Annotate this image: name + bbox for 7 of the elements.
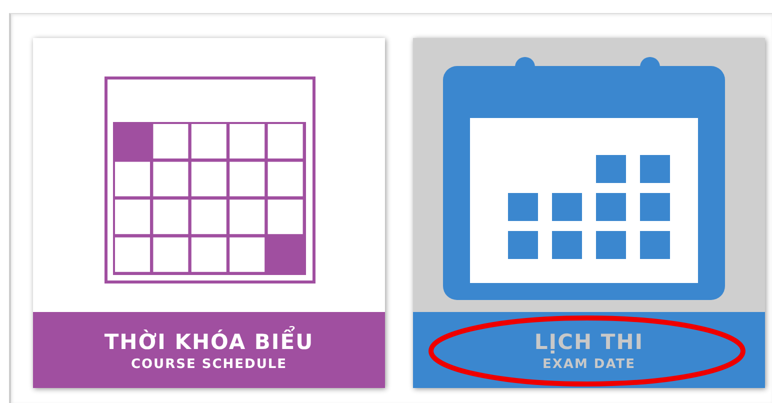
tile-subtitle: EXAM DATE xyxy=(542,357,636,374)
menu-tile[interactable]: THỜI KHÓA BIỂU COURSE SCHEDULE xyxy=(33,38,385,388)
tile-subtitle: COURSE SCHEDULE xyxy=(130,357,288,374)
calendar-icon xyxy=(443,57,725,300)
tile-title: THỜI KHÓA BIỂU xyxy=(104,326,314,358)
tile-title: LỊCH THI xyxy=(534,328,644,356)
grid-calendar-icon xyxy=(104,76,316,284)
